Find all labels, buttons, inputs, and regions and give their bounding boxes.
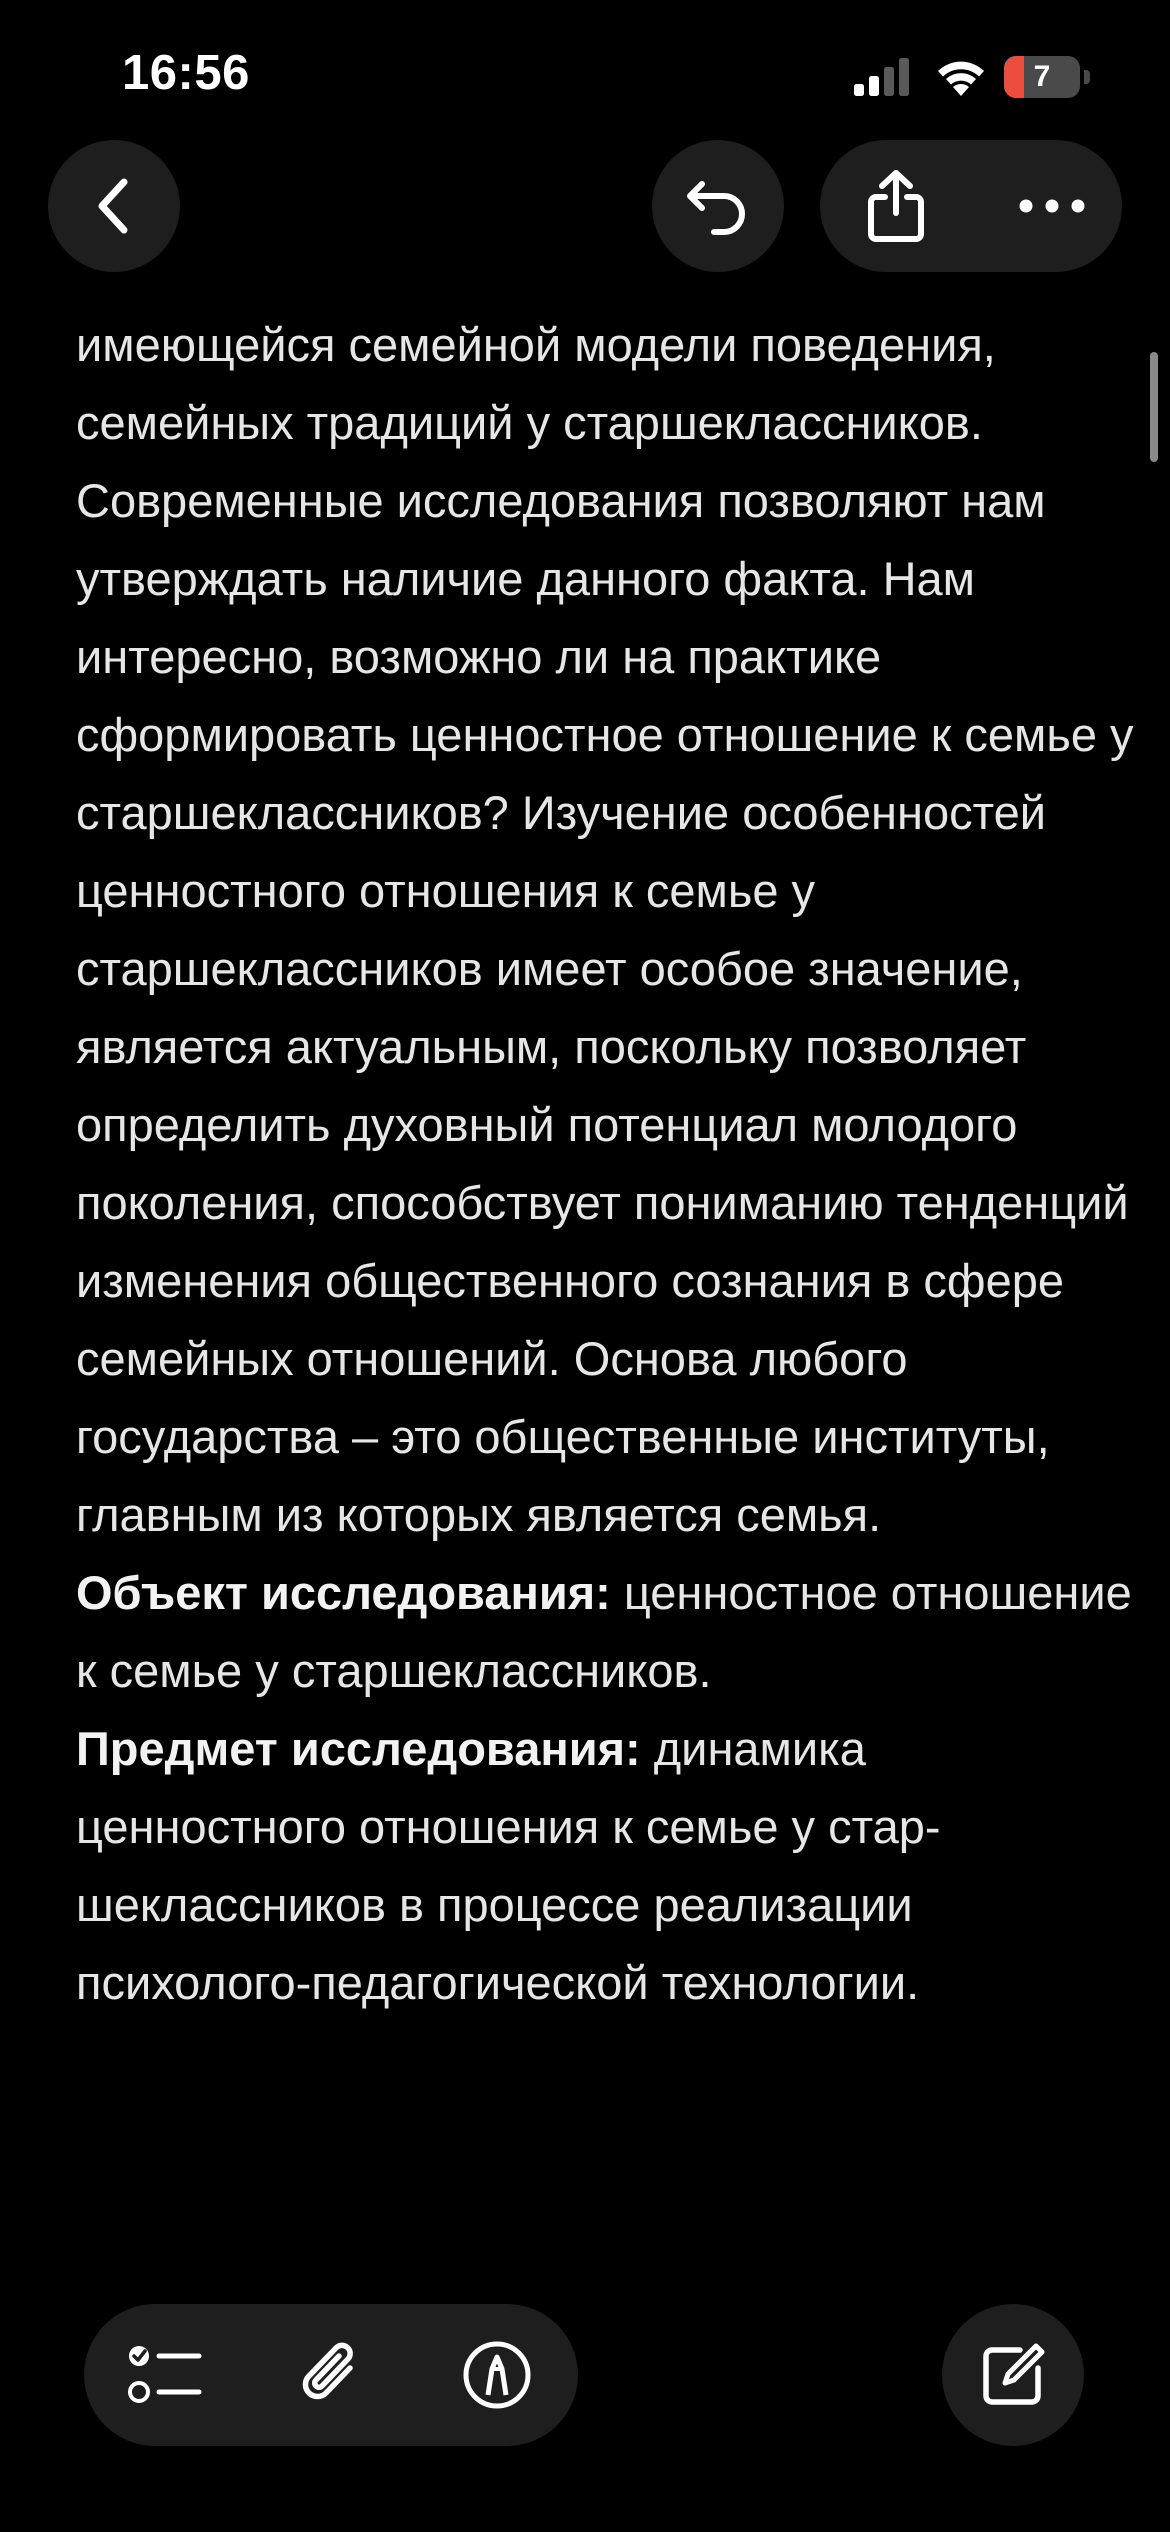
markup-button[interactable] bbox=[458, 2336, 536, 2414]
status-time: 16:56 bbox=[122, 46, 250, 100]
share-icon bbox=[868, 170, 924, 242]
chevron-left-icon bbox=[98, 178, 128, 234]
cellular-signal-icon bbox=[854, 58, 909, 96]
object-label: Объект исследования: bbox=[76, 1566, 611, 1619]
status-bar: 16:56 7 bbox=[0, 0, 1170, 150]
ellipsis-icon bbox=[1019, 199, 1085, 213]
battery-icon: 7 bbox=[1004, 56, 1090, 98]
note-paragraph: имеющейся семейной модели поведения, сем… bbox=[76, 318, 1134, 1541]
attachment-button[interactable] bbox=[292, 2336, 370, 2414]
undo-button[interactable] bbox=[652, 140, 784, 272]
note-object-line: Объект исследования: ценностное отношени… bbox=[76, 1554, 1136, 1710]
battery-level: 7 bbox=[1033, 60, 1051, 93]
note-subject-line: Предмет исследования: динамика ценностно… bbox=[76, 1710, 1136, 2022]
checklist-button[interactable] bbox=[126, 2336, 204, 2414]
wifi-icon bbox=[938, 61, 984, 96]
share-button[interactable] bbox=[860, 166, 932, 246]
checklist-icon bbox=[128, 2346, 202, 2403]
share-more-group bbox=[820, 140, 1122, 272]
compose-icon bbox=[983, 2343, 1045, 2405]
paperclip-icon bbox=[302, 2342, 353, 2400]
pen-markup-icon bbox=[463, 2341, 531, 2409]
subject-label: Предмет исследования: bbox=[76, 1722, 641, 1775]
note-body[interactable]: имеющейся семейной модели поведения, сем… bbox=[76, 306, 1136, 2022]
scroll-indicator[interactable] bbox=[1150, 352, 1158, 462]
undo-icon bbox=[687, 181, 745, 235]
back-button[interactable] bbox=[48, 140, 180, 272]
compose-button[interactable] bbox=[942, 2304, 1084, 2446]
more-button[interactable] bbox=[1012, 166, 1092, 246]
bottom-toolbar bbox=[84, 2304, 578, 2446]
